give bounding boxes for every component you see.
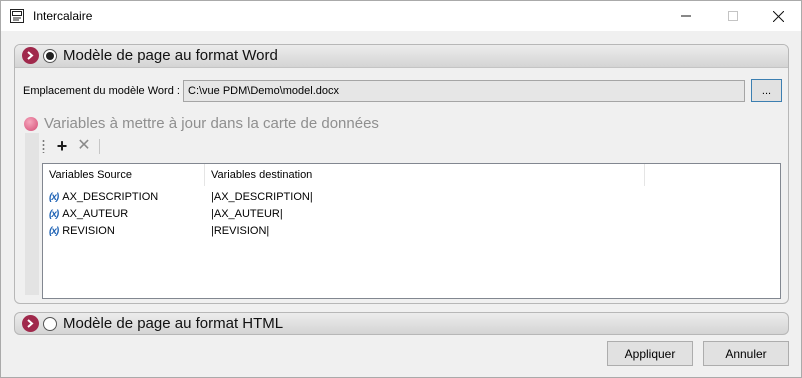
column-header-empty (645, 164, 780, 186)
table-header: Variables Source Variables destination (43, 164, 780, 186)
browse-button[interactable]: ... (751, 79, 782, 102)
word-format-radio[interactable] (43, 49, 57, 63)
source-cell: (x) REVISION (49, 223, 115, 240)
word-section-title: Modèle de page au format Word (63, 47, 278, 64)
variables-section-bullet-icon (24, 117, 38, 131)
destination-cell: |REVISION| (211, 225, 270, 237)
window-title: Intercalaire (33, 9, 93, 23)
variable-icon: (x) (49, 192, 59, 203)
add-variable-button[interactable]: + (53, 136, 71, 156)
template-location-field[interactable]: C:\vue PDM\Demo\model.docx (183, 80, 745, 102)
variables-table: Variables Source Variables destination (… (42, 163, 781, 299)
variable-icon: (x) (49, 209, 59, 220)
variables-section-title: Variables à mettre à jour dans la carte … (44, 115, 379, 132)
source-variable-name: AX_AUTEUR (62, 208, 129, 220)
html-section-title: Modèle de page au format HTML (63, 315, 284, 332)
close-icon (772, 10, 784, 22)
maximize-button[interactable] (710, 1, 756, 31)
dialog-window: Intercalaire Modèle de page au format Wo… (0, 0, 802, 378)
source-variable-name: AX_DESCRIPTION (62, 191, 159, 203)
html-template-section[interactable]: Modèle de page au format HTML (14, 312, 789, 335)
template-location-label: Emplacement du modèle Word : (23, 85, 180, 97)
chevron-right-icon[interactable] (22, 315, 39, 332)
variable-icon: (x) (49, 226, 59, 237)
toolbar-separator (99, 139, 100, 154)
title-bar: Intercalaire (1, 1, 801, 31)
source-variable-name: REVISION (62, 225, 115, 237)
maximize-icon (728, 11, 738, 21)
source-cell: (x) AX_DESCRIPTION (49, 189, 158, 206)
apply-button[interactable]: Appliquer (607, 341, 693, 366)
word-page-icon (10, 9, 24, 23)
table-row[interactable]: (x) AX_AUTEUR |AX_AUTEUR| (43, 206, 780, 223)
table-row[interactable]: (x) REVISION |REVISION| (43, 223, 780, 240)
minimize-icon (681, 15, 691, 17)
html-format-radio[interactable] (43, 317, 57, 331)
delete-variable-button[interactable]: ✕ (75, 136, 93, 156)
word-template-section: Modèle de page au format Word Emplacemen… (14, 44, 789, 304)
word-section-header[interactable]: Modèle de page au format Word (15, 45, 788, 68)
table-row[interactable]: (x) AX_DESCRIPTION |AX_DESCRIPTION| (43, 189, 780, 206)
variables-toolbar: + ✕ (42, 136, 122, 156)
minimize-button[interactable] (663, 1, 709, 31)
destination-cell: |AX_AUTEUR| (211, 208, 283, 220)
toolbar-grip-icon[interactable] (42, 139, 45, 153)
column-header-source[interactable]: Variables Source (43, 164, 205, 186)
cancel-button[interactable]: Annuler (703, 341, 789, 366)
column-header-destination[interactable]: Variables destination (205, 164, 645, 186)
source-cell: (x) AX_AUTEUR (49, 206, 128, 223)
close-button[interactable] (755, 1, 801, 31)
variables-section-bar (25, 133, 39, 295)
radio-selected-dot (46, 52, 54, 60)
chevron-right-icon[interactable] (22, 47, 39, 64)
destination-cell: |AX_DESCRIPTION| (211, 191, 313, 203)
